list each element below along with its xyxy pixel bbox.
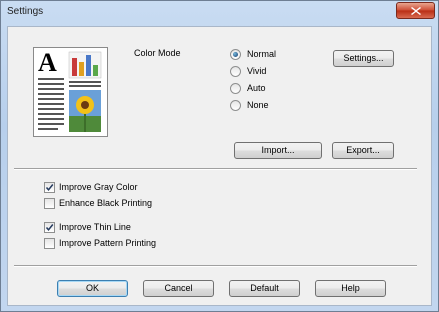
radio-label: None bbox=[247, 100, 269, 110]
radio-button[interactable] bbox=[230, 66, 241, 77]
checkbox-checked[interactable] bbox=[44, 182, 55, 193]
checkbox-label: Improve Pattern Printing bbox=[59, 238, 157, 248]
color-mode-label: Color Mode bbox=[134, 48, 181, 58]
checkbox[interactable] bbox=[44, 198, 55, 209]
radio-button[interactable] bbox=[230, 83, 241, 94]
check-icon bbox=[45, 224, 54, 231]
checkbox-label: Improve Thin Line bbox=[59, 222, 131, 232]
checkbox-label: Improve Gray Color bbox=[59, 182, 138, 192]
radio-label: Auto bbox=[247, 83, 266, 93]
svg-text:A: A bbox=[38, 48, 57, 77]
radio-label: Normal bbox=[247, 49, 277, 59]
help-button[interactable]: Help bbox=[315, 280, 386, 297]
cancel-button[interactable]: Cancel bbox=[143, 280, 214, 297]
radio-label: Vivid bbox=[247, 66, 267, 76]
checkbox-label: Enhance Black Printing bbox=[59, 198, 153, 208]
check-icon bbox=[45, 184, 54, 191]
document-preview-icon: A bbox=[33, 47, 108, 137]
close-x-icon bbox=[411, 7, 421, 15]
radio-button-selected[interactable] bbox=[230, 49, 241, 60]
window-title: Settings bbox=[7, 6, 44, 17]
checkbox-checked[interactable] bbox=[44, 222, 55, 233]
settings-button[interactable]: Settings... bbox=[333, 50, 394, 67]
close-button[interactable] bbox=[396, 2, 435, 19]
separator bbox=[14, 168, 417, 170]
export-button[interactable]: Export... bbox=[332, 142, 394, 159]
dialog-client-area: A Color Mode Normal Vivid Auto None Sett… bbox=[7, 26, 432, 306]
ok-button[interactable]: OK bbox=[57, 280, 128, 297]
import-button[interactable]: Import... bbox=[234, 142, 322, 159]
title-bar[interactable]: Settings bbox=[1, 1, 438, 23]
radio-button[interactable] bbox=[230, 100, 241, 111]
checkbox[interactable] bbox=[44, 238, 55, 249]
default-button[interactable]: Default bbox=[229, 280, 300, 297]
settings-dialog: Settings A Color Mode Normal Vivid Auto … bbox=[0, 0, 439, 312]
separator bbox=[14, 265, 417, 267]
